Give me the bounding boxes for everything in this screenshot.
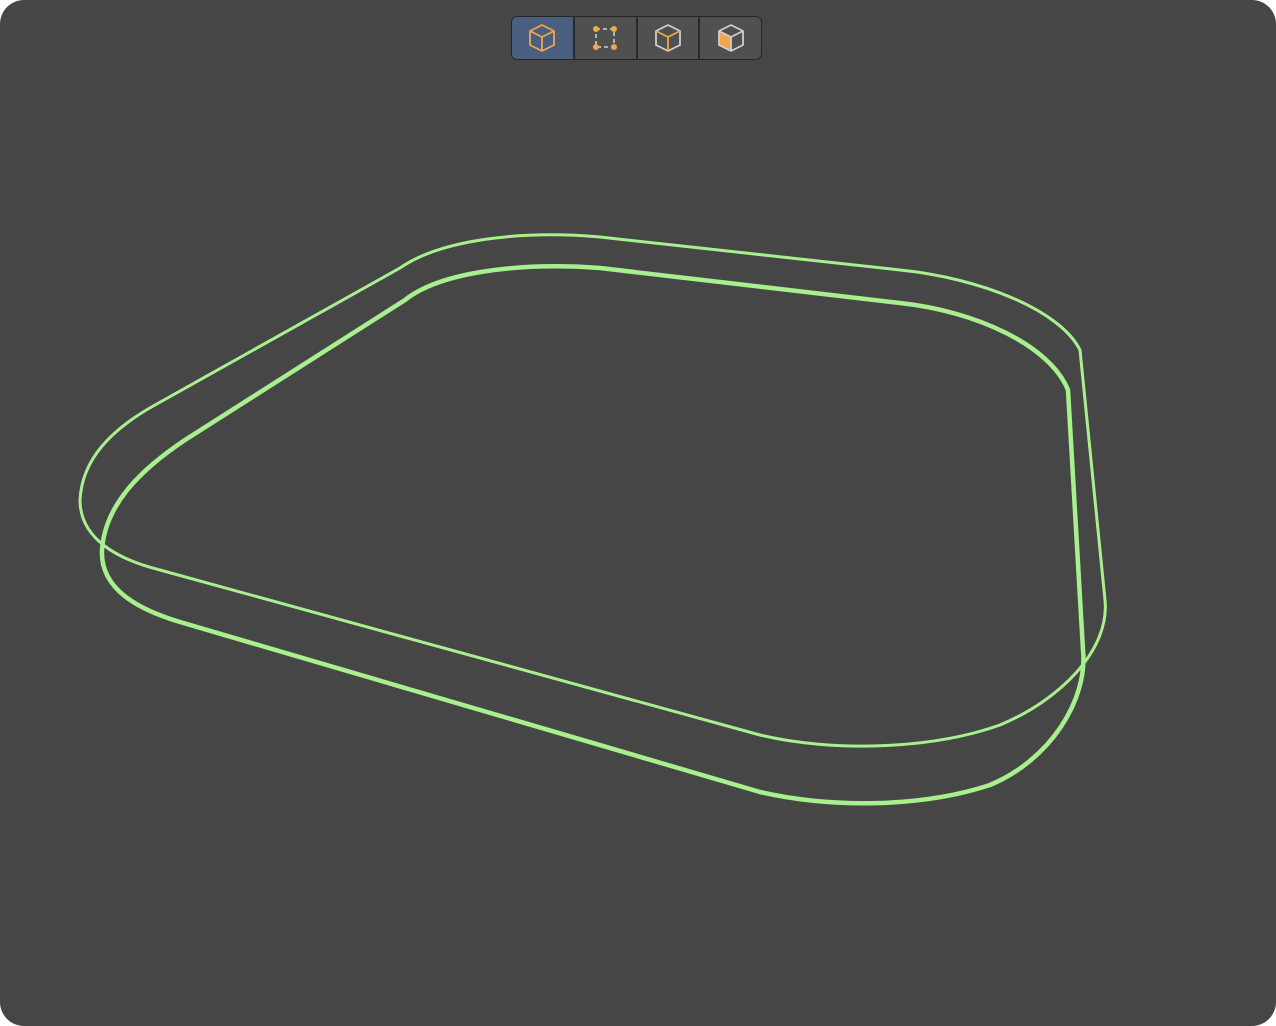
3d-viewport[interactable] xyxy=(0,0,1276,1026)
slab-bottom-outline xyxy=(99,264,1086,806)
scene-canvas[interactable] xyxy=(0,0,1276,1026)
